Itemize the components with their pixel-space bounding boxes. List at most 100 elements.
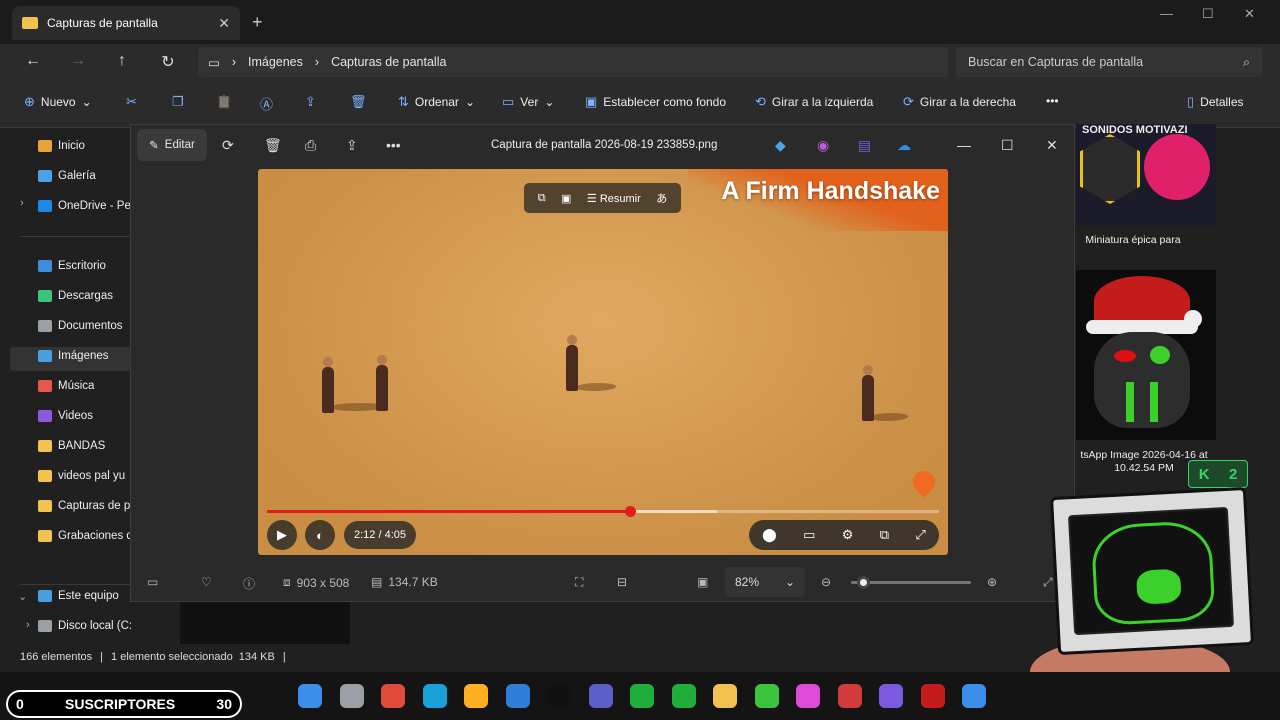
spotify-like-icon[interactable] <box>671 684 696 708</box>
address-bar[interactable]: ▭ › Imágenes › Capturas de pantalla <box>198 47 948 77</box>
maximize-icon[interactable]: ☐ <box>1202 6 1214 22</box>
thumbnail-partial[interactable] <box>180 602 350 644</box>
thumbnail-whatsapp-image[interactable] <box>1076 270 1216 440</box>
app-icon[interactable] <box>630 684 654 708</box>
trash-icon[interactable]: 🗑 <box>264 137 282 154</box>
delete-button[interactable]: 🗑 <box>350 94 367 110</box>
details-button[interactable]: ▯ Detalles <box>1187 94 1244 110</box>
edit-button[interactable]: ✎ Editar <box>137 129 207 161</box>
forward-icon[interactable]: → <box>67 52 89 70</box>
zoom-select[interactable]: 82% ⌄ <box>725 567 805 597</box>
set-background-button[interactable]: ▣ Establecer como fondo <box>585 94 726 110</box>
favorite-icon[interactable]: ♡ <box>201 575 212 589</box>
onedrive-icon[interactable]: ☁ <box>897 137 911 154</box>
share-button[interactable]: ⇪ <box>305 94 316 110</box>
refresh-icon[interactable]: ↻ <box>157 52 179 72</box>
sidebar-item-documents[interactable]: Documentos <box>38 320 123 332</box>
sidebar-item-videos-pal-yu[interactable]: videos pal yu <box>38 470 125 482</box>
play-button[interactable]: ▶ <box>267 520 297 550</box>
zoom-out-icon[interactable]: ⊖ <box>821 575 831 589</box>
ocr-icon[interactable]: ⛶ <box>575 575 583 590</box>
fullscreen-icon[interactable]: ⤢ <box>915 527 925 543</box>
video-search-icon[interactable]: ▣ <box>561 192 571 205</box>
sidebar-item-this-pc[interactable]: Este equipo <box>38 590 119 602</box>
settings-icon[interactable]: ⚙ <box>842 527 854 543</box>
zoom-in-icon[interactable]: ⊕ <box>987 575 997 589</box>
crop-icon[interactable]: ⧉ <box>538 192 546 205</box>
progress-scrubber[interactable] <box>624 506 636 517</box>
clipchamp-icon[interactable]: ▤ <box>858 137 871 154</box>
thumbnail-sonidos[interactable]: SONIDOS MOTIVAZI <box>1076 124 1216 226</box>
print-icon[interactable]: ⎙ <box>305 137 316 154</box>
fit-to-window-icon[interactable]: ▣ <box>697 575 708 589</box>
minimize-icon[interactable]: — <box>957 137 971 153</box>
more-options-icon[interactable]: ••• <box>1046 94 1059 108</box>
designer-icon[interactable]: ◆ <box>775 137 786 154</box>
chrome-icon[interactable] <box>381 684 405 708</box>
share-icon[interactable]: ⇪ <box>346 137 358 154</box>
copy-button[interactable]: ❐ <box>172 94 184 110</box>
rotate-left-button[interactable]: ⟲ Girar a la izquierda <box>755 94 873 110</box>
sidebar-item-bandas[interactable]: BANDAS <box>38 440 105 452</box>
search-input[interactable]: Buscar en Capturas de pantalla ⌕ <box>956 47 1262 77</box>
rotate-right-button[interactable]: ⟳ Girar a la derecha <box>903 94 1016 110</box>
outlook-icon[interactable] <box>505 684 530 708</box>
rotate-icon[interactable]: ⟳ <box>222 137 234 154</box>
zoom-slider-knob[interactable] <box>857 576 870 589</box>
translate-icon[interactable]: あ <box>656 190 667 206</box>
subtitles-icon[interactable]: ▭ <box>803 527 815 543</box>
teams-icon[interactable] <box>588 684 613 708</box>
expand-chevron-icon[interactable]: › <box>20 197 24 209</box>
photos-icon[interactable] <box>962 684 986 708</box>
sidebar-item-downloads[interactable]: Descargas <box>38 290 113 302</box>
close-window-icon[interactable]: ✕ <box>1244 6 1255 22</box>
minimize-icon[interactable]: — <box>1160 6 1173 21</box>
spreadsheet-icon[interactable] <box>754 684 779 708</box>
breadcrumb-images[interactable]: Imágenes <box>248 55 303 69</box>
obs-icon[interactable] <box>547 684 571 708</box>
copilot-icon[interactable]: ◉ <box>817 137 829 154</box>
pinwheel-icon[interactable] <box>796 684 820 708</box>
collapse-chevron-icon[interactable]: ⌄ <box>18 590 27 603</box>
rename-button[interactable]: Ⓐ <box>260 94 273 113</box>
sidebar-item-desktop[interactable]: Escritorio <box>38 260 106 272</box>
video-progress-bar[interactable] <box>267 506 939 517</box>
up-icon[interactable]: ↑ <box>111 52 133 70</box>
back-icon[interactable]: ← <box>22 52 44 70</box>
info-icon[interactable]: ⓘ <box>243 575 255 592</box>
tab-capturas[interactable]: Capturas de pantalla ✕ <box>12 6 240 40</box>
sidebar-item-local-disk[interactable]: Disco local (C: <box>38 620 132 632</box>
sidebar-item-videos[interactable]: Videos <box>38 410 93 422</box>
close-tab-icon[interactable]: ✕ <box>218 15 230 32</box>
sort-button[interactable]: ⇅ Ordenar ⌄ <box>398 94 475 110</box>
start-icon[interactable] <box>298 684 322 708</box>
task-view-icon[interactable] <box>339 684 364 708</box>
sidebar-item-images[interactable]: Imágenes <box>38 350 109 362</box>
expand-chevron-icon[interactable]: › <box>26 619 30 631</box>
cut-button[interactable]: ✂ <box>126 94 137 110</box>
paste-button[interactable]: 📋 <box>216 94 232 110</box>
messenger-icon[interactable] <box>879 684 903 708</box>
breadcrumb-screenshots[interactable]: Capturas de pantalla <box>331 55 446 69</box>
sidebar-item-home[interactable]: Inicio <box>38 140 85 152</box>
file-explorer-icon[interactable] <box>713 684 737 708</box>
maximize-icon[interactable]: ☐ <box>1001 137 1014 154</box>
app-icon[interactable] <box>920 684 945 708</box>
view-button[interactable]: ▭ Ver ⌄ <box>502 94 554 110</box>
miniplayer-icon[interactable]: ⧉ <box>880 527 889 543</box>
new-tab-icon[interactable]: + <box>252 12 263 33</box>
sidebar-item-onedrive[interactable]: OneDrive - Pe <box>38 200 131 212</box>
zoom-slider[interactable] <box>851 576 971 589</box>
text-scan-icon[interactable]: ⊟ <box>617 575 627 589</box>
sidebar-item-gallery[interactable]: Galería <box>38 170 96 182</box>
more-icon[interactable]: ••• <box>386 137 401 153</box>
sidebar-item-music[interactable]: Música <box>38 380 94 392</box>
summarize-button[interactable]: ☰ Resumir <box>587 192 641 205</box>
recorder-icon[interactable] <box>837 684 862 708</box>
copilot-icon[interactable] <box>464 684 488 708</box>
new-button[interactable]: ⊕ Nuevo ⌄ <box>24 94 92 110</box>
sidebar-item-grabaciones[interactable]: Grabaciones d <box>38 530 133 542</box>
edge-icon[interactable] <box>422 684 447 708</box>
sidebar-item-capturas[interactable]: Capturas de p <box>38 500 130 512</box>
autoplay-toggle[interactable]: ⬤ <box>762 527 777 543</box>
